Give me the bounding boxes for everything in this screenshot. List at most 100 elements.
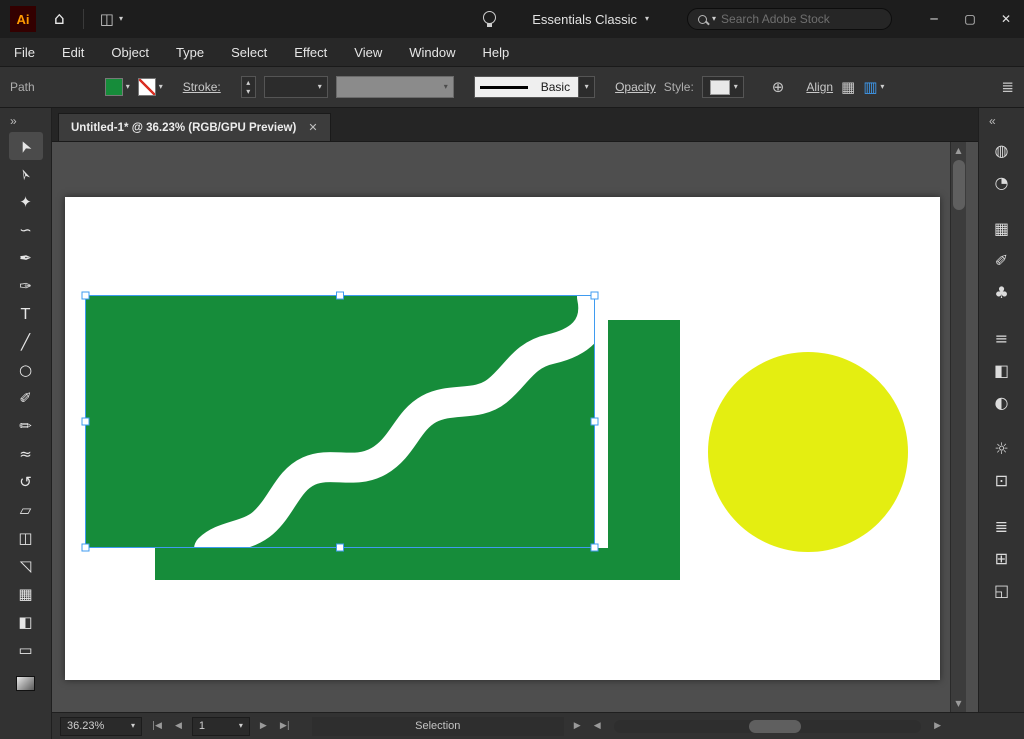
layers-panel[interactable]: ≣ xyxy=(985,510,1019,542)
stroke-none-swatch[interactable] xyxy=(138,78,156,96)
menu-type[interactable]: Type xyxy=(176,45,204,60)
lasso-tool[interactable]: ∽ xyxy=(9,216,43,244)
gradient-tool[interactable]: ◧ xyxy=(9,608,43,636)
horizontal-scrollbar[interactable] xyxy=(614,720,921,733)
stock-search-input[interactable]: ▾ Search Adobe Stock xyxy=(687,8,892,30)
artboards-panel[interactable]: ⊞ xyxy=(985,542,1019,574)
perspective-grid-tool[interactable]: ◹ xyxy=(9,552,43,580)
recolor-artwork-icon[interactable]: ⊕ xyxy=(772,78,785,96)
stroke-weight-stepper[interactable]: ▴ ▾ xyxy=(241,76,256,98)
previous-artboard-button[interactable]: ◀ xyxy=(172,721,185,731)
stepper-up-icon[interactable]: ▴ xyxy=(246,79,250,87)
vscroll-up-arrow[interactable]: ▲ xyxy=(951,142,966,159)
fill-color-control[interactable]: ▾ xyxy=(105,78,130,96)
style-select[interactable]: ▾ xyxy=(702,76,744,98)
asset-export-panel[interactable]: ◱ xyxy=(985,574,1019,606)
maximize-button[interactable]: ▢ xyxy=(952,0,988,38)
vscroll-down-arrow[interactable]: ▼ xyxy=(951,695,966,712)
align-options-icon[interactable]: ▦ xyxy=(841,78,855,96)
mesh-tool[interactable]: ▦ xyxy=(9,580,43,608)
document-tab[interactable]: Untitled-1* @ 36.23% (RGB/GPU Preview) ✕ xyxy=(58,113,331,141)
tab-close-icon[interactable]: ✕ xyxy=(308,121,317,134)
panel-icon-list: ◍◔ ▦✐♣ ≡◧◐ ☼⊡ ≣⊞◱ xyxy=(985,134,1019,606)
expand-toolbar-icon[interactable]: » xyxy=(0,108,17,132)
curvature-tool[interactable]: ✑ xyxy=(9,272,43,300)
swatches-panel[interactable]: ▦ xyxy=(985,212,1019,244)
ellipse-tool[interactable]: ○ xyxy=(9,356,43,384)
control-panel-menu-icon[interactable]: ≣ xyxy=(1001,78,1014,96)
app-logo[interactable]: Ai xyxy=(10,6,36,32)
minimize-button[interactable]: ─ xyxy=(916,0,952,38)
toolbar-fill-indicator[interactable] xyxy=(16,676,35,691)
rotate-tool[interactable]: ↺ xyxy=(9,468,43,496)
pencil-tool[interactable]: ✏ xyxy=(9,412,43,440)
first-artboard-button[interactable]: |◀ xyxy=(149,721,165,731)
status-bar: 36.23% ▾ |◀ ◀ 1 ▾ ▶ ▶| Selection ▶ ◀ ▶ xyxy=(52,712,1024,739)
align-link[interactable]: Align xyxy=(806,80,833,94)
chevron-down-icon: ▾ xyxy=(239,722,243,730)
magic-wand-tool[interactable]: ✦ xyxy=(9,188,43,216)
dock-arrangement-control[interactable]: ▥ ▾ xyxy=(863,78,884,96)
green-shape[interactable] xyxy=(85,295,680,580)
appearance-panel[interactable]: ☼ xyxy=(985,432,1019,464)
menu-effect[interactable]: Effect xyxy=(294,45,327,60)
symbols-panel[interactable]: ♣ xyxy=(985,276,1019,308)
workspace-switcher[interactable]: Essentials Classic ▾ xyxy=(532,12,649,27)
fill-color-swatch[interactable] xyxy=(105,78,123,96)
hscroll-right-arrow[interactable]: ▶ xyxy=(931,721,944,731)
gradient-panel[interactable]: ◧ xyxy=(985,354,1019,386)
direct-selection-tool[interactable]: ➢ xyxy=(9,160,43,188)
last-artboard-button[interactable]: ▶| xyxy=(277,721,293,731)
chevron-down-icon: ▾ xyxy=(712,15,716,23)
transparency-panel[interactable]: ◐ xyxy=(985,386,1019,418)
status-display[interactable]: Selection xyxy=(312,717,564,736)
shape-builder-tool[interactable]: ◫ xyxy=(9,524,43,552)
toolbar: » ➤➢✦∽✒✑T╱○✐✏≈↺▱◫◹▦◧▭ xyxy=(0,108,52,739)
shaper-tool[interactable]: ≈ xyxy=(9,440,43,468)
home-icon[interactable]: ⌂ xyxy=(46,9,73,29)
line-segment-tool[interactable]: ╱ xyxy=(9,328,43,356)
brush-definition-select[interactable]: Basic ▾ xyxy=(474,76,595,98)
menu-window[interactable]: Window xyxy=(409,45,455,60)
artboard-tool[interactable]: ▭ xyxy=(9,636,43,664)
collapse-dock-icon[interactable]: « xyxy=(979,108,996,130)
hscroll-thumb[interactable] xyxy=(749,720,801,733)
stepper-down-icon[interactable]: ▾ xyxy=(246,88,250,96)
hscroll-left-arrow[interactable]: ◀ xyxy=(591,721,604,731)
paintbrush-tool[interactable]: ✐ xyxy=(9,384,43,412)
style-preview xyxy=(710,80,730,95)
stroke-panel[interactable]: ≡ xyxy=(985,322,1019,354)
discover-lightbulb-icon[interactable] xyxy=(482,9,496,29)
color-guide-panel[interactable]: ◔ xyxy=(985,166,1019,198)
menu-view[interactable]: View xyxy=(354,45,382,60)
opacity-link[interactable]: Opacity xyxy=(615,80,656,94)
arrange-documents-button[interactable]: ◫ ▾ xyxy=(94,10,129,28)
artboard-number-select[interactable]: 1 ▾ xyxy=(192,717,250,736)
chevron-down-icon: ▾ xyxy=(645,15,649,23)
vertical-scrollbar[interactable]: ▲ ▼ xyxy=(950,142,966,712)
status-flyout-icon[interactable]: ▶ xyxy=(571,721,584,731)
menu-object[interactable]: Object xyxy=(111,45,149,60)
vscroll-thumb[interactable] xyxy=(953,160,965,210)
stroke-weight-select[interactable]: ▾ xyxy=(264,76,328,98)
menu-edit[interactable]: Edit xyxy=(62,45,84,60)
close-button[interactable]: ✕ xyxy=(988,0,1024,38)
type-tool[interactable]: T xyxy=(9,300,43,328)
brushes-panel[interactable]: ✐ xyxy=(985,244,1019,276)
scale-tool[interactable]: ▱ xyxy=(9,496,43,524)
menu-select[interactable]: Select xyxy=(231,45,267,60)
chevron-down-icon: ▾ xyxy=(131,722,135,730)
yellow-circle[interactable] xyxy=(708,352,908,552)
next-artboard-button[interactable]: ▶ xyxy=(257,721,270,731)
artboard[interactable] xyxy=(65,197,940,680)
canvas[interactable]: ▲ ▼ xyxy=(52,142,978,712)
zoom-level-select[interactable]: 36.23% ▾ xyxy=(60,717,142,736)
menu-file[interactable]: File xyxy=(14,45,35,60)
color-panel[interactable]: ◍ xyxy=(985,134,1019,166)
menu-help[interactable]: Help xyxy=(482,45,509,60)
stroke-color-control[interactable]: ▾ xyxy=(138,78,163,96)
pen-tool[interactable]: ✒ xyxy=(9,244,43,272)
graphic-styles-panel[interactable]: ⊡ xyxy=(985,464,1019,496)
selection-tool[interactable]: ➤ xyxy=(9,132,43,160)
stroke-panel-link[interactable]: Stroke: xyxy=(183,80,221,94)
